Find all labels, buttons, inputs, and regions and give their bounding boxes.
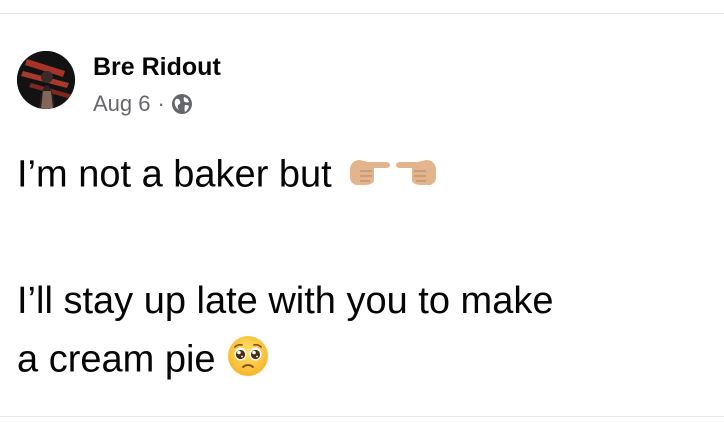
post-card: Bre Ridout Aug 6 · I’m not a baker but I… xyxy=(0,14,724,416)
pleading-face-emoji xyxy=(226,334,270,389)
meta-separator: · xyxy=(157,91,165,116)
avatar[interactable] xyxy=(17,51,75,109)
post-text-segment: a cream pie xyxy=(17,338,216,381)
post-text-segment: I’m not a baker but xyxy=(17,153,332,196)
bottom-divider xyxy=(0,416,724,417)
globe-icon[interactable] xyxy=(171,93,193,115)
pointing-fingers-emoji xyxy=(346,151,440,202)
post-meta: Aug 6 · xyxy=(93,90,193,118)
author-name[interactable]: Bre Ridout xyxy=(93,52,221,82)
post-date[interactable]: Aug 6 xyxy=(93,91,151,117)
profile-photo-icon xyxy=(17,51,75,109)
post-text-line-1: I’m not a baker but xyxy=(17,151,440,202)
post-text-line-3: a cream pie xyxy=(17,334,270,389)
post-text-line-2: I’ll stay up late with you to make xyxy=(17,280,554,322)
